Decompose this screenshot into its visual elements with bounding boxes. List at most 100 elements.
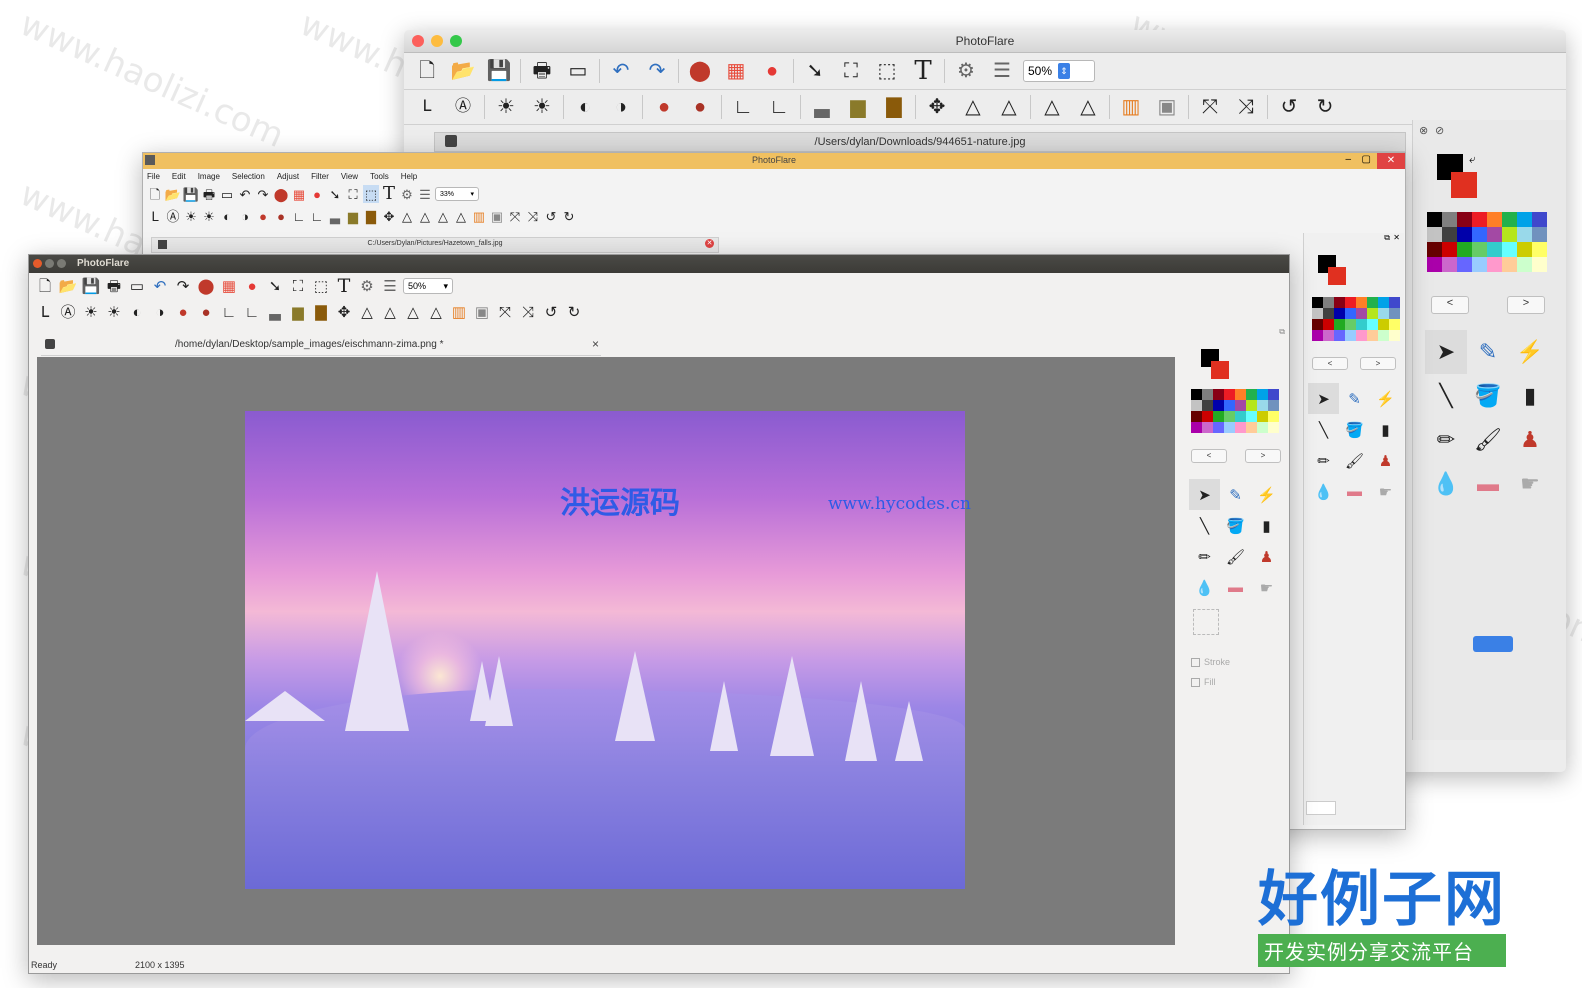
palette-color-cell[interactable] — [1257, 400, 1268, 411]
rotate-left-icon[interactable]: ↺ — [543, 207, 559, 225]
palette-prev-button[interactable]: < — [1431, 296, 1469, 314]
invert-contrast-icon[interactable]: ◑ — [606, 92, 636, 122]
palette-color-cell[interactable] — [1427, 242, 1442, 257]
contrast-icon[interactable]: ◐ — [127, 301, 147, 323]
palette-color-cell[interactable] — [1517, 257, 1532, 272]
pointer-tool-icon[interactable]: ➤ — [1425, 330, 1467, 374]
sharpen-icon[interactable]: △ — [357, 301, 377, 323]
stamp-tool-icon[interactable]: ♟ — [1370, 445, 1401, 476]
palette-next-button[interactable]: > — [1360, 357, 1396, 370]
gamma-down-icon[interactable]: ∟ — [219, 301, 239, 323]
palette-color-cell[interactable] — [1191, 422, 1202, 433]
menu-item-file[interactable]: File — [147, 172, 160, 181]
emboss-icon[interactable]: △ — [426, 301, 446, 323]
palette-color-cell[interactable] — [1378, 330, 1389, 341]
palette-color-cell[interactable] — [1213, 389, 1224, 400]
oil-paint-icon[interactable]: ▇ — [311, 301, 331, 323]
text-tool-icon[interactable]: T — [334, 275, 354, 297]
settings-gear-icon[interactable]: ⚙ — [951, 56, 981, 86]
contrast-icon[interactable]: ◐ — [219, 207, 235, 225]
saturation-down-icon[interactable]: ● — [649, 92, 679, 122]
grayscale-icon[interactable]: ▃ — [265, 301, 285, 323]
print-preview-icon[interactable]: ▭ — [127, 275, 147, 297]
color-palette[interactable] — [1191, 389, 1279, 433]
menu-item-image[interactable]: Image — [198, 172, 220, 181]
brightness-up-icon[interactable]: ☀ — [201, 207, 217, 225]
blur-icon[interactable]: △ — [435, 207, 451, 225]
palette-color-cell[interactable] — [1224, 411, 1235, 422]
grayscale-icon[interactable]: ▃ — [327, 207, 343, 225]
brightness-down-icon[interactable]: ☀ — [491, 92, 521, 122]
palette-color-cell[interactable] — [1213, 422, 1224, 433]
palette-color-cell[interactable] — [1246, 389, 1257, 400]
gamma-down-icon[interactable]: ∟ — [291, 207, 307, 225]
color-balls-icon[interactable]: ⬤ — [196, 275, 216, 297]
color-picker-icon[interactable]: ✎ — [1220, 479, 1251, 510]
layers-icon[interactable]: ☰ — [380, 275, 400, 297]
print-preview-icon[interactable]: ▭ — [219, 185, 235, 203]
pointer-tool-icon[interactable]: ➤ — [1308, 383, 1339, 414]
palette-color-cell[interactable] — [1334, 297, 1345, 308]
paint-bucket-tool-icon[interactable]: 🪣 — [1339, 414, 1370, 445]
float-dock-icon[interactable]: ⧉ — [1384, 233, 1390, 243]
stroke-checkbox[interactable]: Stroke — [1191, 657, 1230, 667]
dock-scrollbar[interactable] — [1473, 636, 1513, 652]
palette-color-cell[interactable] — [1257, 422, 1268, 433]
gradient-gray-icon[interactable]: ▣ — [472, 301, 492, 323]
palette-color-cell[interactable] — [1367, 308, 1378, 319]
rotate-right-icon[interactable]: ↻ — [1310, 92, 1340, 122]
minimize-window-button[interactable]: – — [1345, 154, 1351, 165]
palette-color-cell[interactable] — [1312, 319, 1323, 330]
palette-color-cell[interactable] — [1487, 257, 1502, 272]
fill-checkbox[interactable]: Fill — [1191, 677, 1216, 687]
palette-color-cell[interactable] — [1427, 227, 1442, 242]
undo-icon[interactable]: ↶ — [606, 56, 636, 86]
menu-item-filter[interactable]: Filter — [311, 172, 329, 181]
palette-color-cell[interactable] — [1502, 242, 1517, 257]
gamma-up-icon[interactable]: ∟ — [242, 301, 262, 323]
background-color-swatch[interactable] — [1328, 267, 1346, 285]
palette-color-cell[interactable] — [1345, 297, 1356, 308]
palette-color-cell[interactable] — [1442, 227, 1457, 242]
magic-wand-icon[interactable]: ⚡ — [1509, 330, 1551, 374]
menu-item-tools[interactable]: Tools — [370, 172, 389, 181]
maximize-window-button[interactable] — [57, 259, 66, 268]
paint-bucket-icon[interactable]: ● — [242, 275, 262, 297]
fill-check-box[interactable] — [1191, 677, 1200, 687]
palette-color-cell[interactable] — [1268, 411, 1279, 422]
palette-color-cell[interactable] — [1202, 400, 1213, 411]
gamma-up-icon[interactable]: ∟ — [309, 207, 325, 225]
palette-prev-button[interactable]: < — [1312, 357, 1348, 370]
palette-color-cell[interactable] — [1334, 319, 1345, 330]
pencil-tool-icon[interactable]: ✏ — [1189, 541, 1220, 572]
settings-gear-icon[interactable]: ⚙ — [357, 275, 377, 297]
settings-gear-icon[interactable]: ⚙ — [399, 185, 415, 203]
background-color-swatch[interactable] — [1211, 361, 1229, 379]
palette-color-cell[interactable] — [1457, 257, 1472, 272]
grayscale-icon[interactable]: ▃ — [807, 92, 837, 122]
minimize-window-button[interactable] — [45, 259, 54, 268]
move-icon[interactable]: ✥ — [922, 92, 952, 122]
save-icon[interactable]: 💾 — [183, 185, 199, 203]
blur-drop-icon[interactable]: 💧 — [1425, 462, 1467, 506]
palette-color-cell[interactable] — [1457, 242, 1472, 257]
palette-color-cell[interactable] — [1517, 212, 1532, 227]
blur-icon[interactable]: △ — [403, 301, 423, 323]
open-folder-icon[interactable]: 📂 — [448, 56, 478, 86]
eraser-icon[interactable]: ▬ — [1220, 572, 1251, 603]
flip-horizontal-icon[interactable]: ⤧ — [507, 207, 523, 225]
palette-color-cell[interactable] — [1345, 319, 1356, 330]
print-icon[interactable]: 🖶 — [201, 185, 217, 203]
color-palette[interactable] — [1427, 212, 1547, 272]
palette-color-cell[interactable] — [1457, 212, 1472, 227]
palette-color-cell[interactable] — [1213, 400, 1224, 411]
float-dock-icon[interactable]: ⊘ — [1435, 124, 1444, 137]
flip-vertical-icon[interactable]: ⤨ — [518, 301, 538, 323]
emboss-icon[interactable]: △ — [1073, 92, 1103, 122]
palette-color-cell[interactable] — [1502, 227, 1517, 242]
gradient-rainbow-icon[interactable]: ▥ — [449, 301, 469, 323]
palette-color-cell[interactable] — [1472, 257, 1487, 272]
auto-contrast-icon[interactable]: Ⓐ — [448, 92, 478, 122]
layers-icon[interactable]: ☰ — [987, 56, 1017, 86]
palette-color-cell[interactable] — [1532, 212, 1547, 227]
